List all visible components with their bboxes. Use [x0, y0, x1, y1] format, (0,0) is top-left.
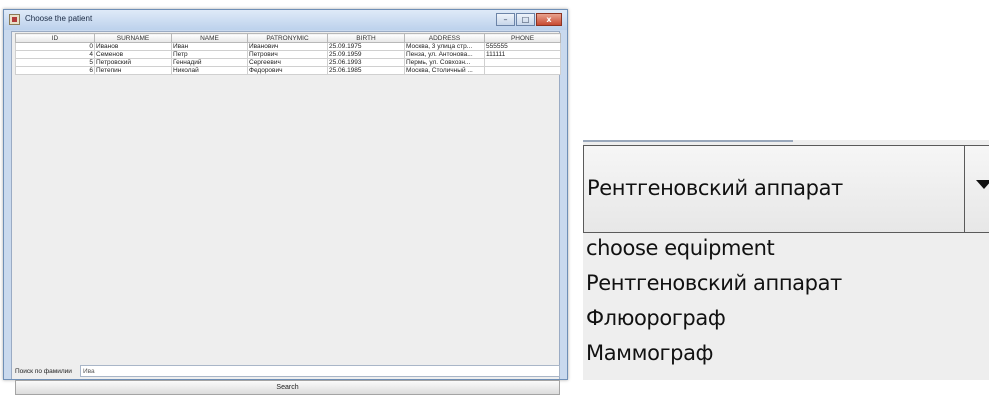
cell-birth: 25.06.1985 [327, 66, 405, 75]
combo-arrow-button[interactable] [964, 146, 989, 232]
list-item[interactable]: Флюорограф [586, 306, 726, 330]
cell-phone [484, 66, 561, 75]
cell-address: Москва, Столичный ... [404, 66, 485, 75]
cell-id: 6 [15, 66, 95, 75]
table-row[interactable]: 4 Семенов Петр Петрович 25.09.1959 Пенза… [15, 50, 561, 59]
list-item[interactable]: choose equipment [586, 236, 775, 260]
cell-birth: 25.09.1975 [327, 42, 405, 51]
table-row[interactable]: 6 Петепин Николай Федорович 25.06.1985 М… [15, 66, 561, 75]
cell-surname: Семенов [94, 50, 172, 59]
cell-name: Петр [171, 50, 248, 59]
column-header-phone[interactable]: PHONE [484, 33, 561, 43]
column-header-address[interactable]: ADDRESS [404, 33, 485, 43]
column-header-surname[interactable]: SURNAME [94, 33, 172, 43]
java-app-icon [9, 14, 20, 25]
combo-selected-value: Рентгеновский аппарат [587, 176, 843, 200]
list-item[interactable]: Маммограф [586, 341, 714, 365]
cell-surname: Иванов [94, 42, 172, 51]
cell-patronymic: Иванович [247, 42, 328, 51]
cell-patronymic: Сергеевич [247, 58, 328, 67]
equipment-combo[interactable]: Рентгеновский аппарат [583, 145, 989, 233]
cell-surname: Петепин [94, 66, 172, 75]
minimize-button[interactable]: – [496, 13, 515, 26]
close-button[interactable]: x [536, 13, 562, 26]
search-button[interactable]: Search [15, 380, 560, 395]
cell-phone [484, 58, 561, 67]
surname-search-input[interactable] [80, 365, 560, 377]
column-header-name[interactable]: NAME [171, 33, 248, 43]
cell-address: Пенза, ул. Антонова... [404, 50, 485, 59]
cell-name: Николай [171, 66, 248, 75]
table-header: ID SURNAME NAME PATRONYMIC BIRTH ADDRESS… [15, 33, 561, 43]
cell-phone: 555555 [484, 42, 561, 51]
equipment-combo-zoom: Рентгеновский аппарат choose equipment Р… [583, 140, 989, 380]
cell-patronymic: Петрович [247, 50, 328, 59]
column-header-id[interactable]: ID [15, 33, 95, 43]
column-header-patronymic[interactable]: PATRONYMIC [247, 33, 328, 43]
cell-patronymic: Федорович [247, 66, 328, 75]
table-row[interactable]: 0 Иванов Иван Иванович 25.09.1975 Москва… [15, 42, 561, 51]
patient-chooser-window: Choose the patient – □ x ID SURNAME NAME… [3, 9, 568, 395]
search-label: Поиск по фамилии [15, 368, 72, 375]
cell-id: 0 [15, 42, 95, 51]
window-title: Choose the patient [25, 14, 93, 23]
cell-address: Москва, 3 улица стр... [404, 42, 485, 51]
cell-name: Иван [171, 42, 248, 51]
cell-birth: 25.06.1993 [327, 58, 405, 67]
table-row[interactable]: 5 Петровский Геннадий Сергеевич 25.06.19… [15, 58, 561, 67]
cell-surname: Петровский [94, 58, 172, 67]
maximize-button[interactable]: □ [516, 13, 535, 26]
search-row: Поиск по фамилии [15, 365, 560, 378]
equipment-dropdown-list[interactable]: choose equipment Рентгеновский аппарат Ф… [583, 233, 989, 380]
window-controls: – □ x [495, 13, 562, 26]
patients-table[interactable]: ID SURNAME NAME PATRONYMIC BIRTH ADDRESS… [15, 33, 561, 75]
window-content: ID SURNAME NAME PATRONYMIC BIRTH ADDRESS… [11, 31, 561, 395]
cell-name: Геннадий [171, 58, 248, 67]
cell-id: 5 [15, 58, 95, 67]
title-bar[interactable]: Choose the patient – □ x [4, 10, 567, 30]
cell-id: 4 [15, 50, 95, 59]
cell-birth: 25.09.1959 [327, 50, 405, 59]
list-item[interactable]: Рентгеновский аппарат [586, 271, 842, 295]
column-header-birth[interactable]: BIRTH [327, 33, 405, 43]
cell-address: Пермь, ул. Совхозн... [404, 58, 485, 67]
cell-phone: 111111 [484, 50, 561, 59]
chevron-down-icon [976, 180, 989, 189]
divider [583, 140, 793, 142]
